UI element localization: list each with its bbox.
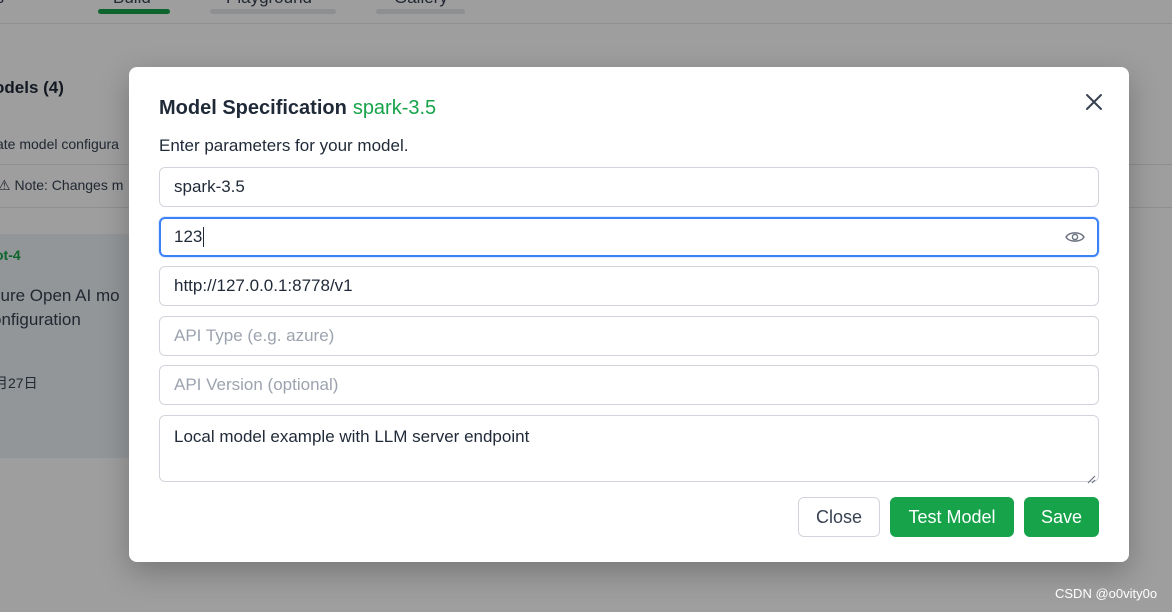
api-version-placeholder: API Version (optional) bbox=[174, 375, 339, 394]
test-model-button[interactable]: Test Model bbox=[890, 497, 1014, 537]
close-button[interactable]: Close bbox=[798, 497, 880, 537]
description-textarea[interactable]: Local model example with LLM server endp… bbox=[159, 415, 1099, 484]
watermark: CSDN @o0vity0o bbox=[1055, 586, 1158, 601]
model-spec-dialog: Model Specification spark-3.5 Enter param… bbox=[129, 67, 1129, 562]
description-value: Local model example with LLM server endp… bbox=[174, 427, 530, 446]
eye-icon[interactable] bbox=[1065, 229, 1085, 245]
close-icon[interactable] bbox=[1083, 91, 1105, 113]
api-type-placeholder: API Type (e.g. azure) bbox=[174, 326, 335, 345]
dialog-subtitle: Enter parameters for your model. bbox=[159, 136, 409, 155]
base-url-value: http://127.0.0.1:8778/v1 bbox=[174, 276, 353, 295]
resize-handle-icon[interactable] bbox=[1086, 469, 1096, 484]
api-key-value: 123 bbox=[174, 227, 203, 246]
api-key-field[interactable]: 123 bbox=[159, 217, 1099, 257]
text-caret bbox=[203, 227, 205, 247]
base-url-field[interactable]: http://127.0.0.1:8778/v1 bbox=[159, 266, 1099, 306]
save-button[interactable]: Save bbox=[1024, 497, 1099, 537]
model-name-value: spark-3.5 bbox=[174, 177, 245, 196]
dialog-title: Model Specification spark-3.5 bbox=[159, 97, 436, 120]
api-version-field[interactable]: API Version (optional) bbox=[159, 365, 1099, 405]
dialog-title-text: Model Specification bbox=[159, 97, 347, 119]
dialog-title-model: spark-3.5 bbox=[352, 97, 437, 119]
model-name-field[interactable]: spark-3.5 bbox=[159, 167, 1099, 207]
api-type-field[interactable]: API Type (e.g. azure) bbox=[159, 316, 1099, 356]
